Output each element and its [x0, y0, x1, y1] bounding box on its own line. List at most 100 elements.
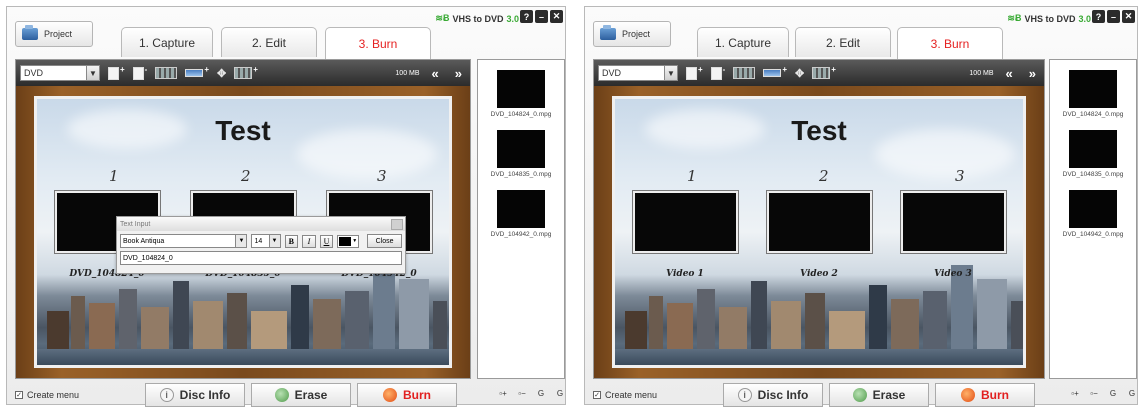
video-file-item[interactable]: DVD_104835_0.mpg: [478, 130, 564, 178]
chevron-down-icon: ▼: [235, 235, 247, 247]
tab-edit[interactable]: 2. Edit: [221, 27, 317, 57]
italic-button[interactable]: I: [302, 234, 316, 248]
close-button[interactable]: ✕: [1122, 10, 1135, 23]
ipod-icon[interactable]: G: [534, 389, 548, 401]
underline-button[interactable]: U: [319, 234, 334, 248]
chapter-thumbnail-3[interactable]: [900, 190, 1007, 254]
video-file-item[interactable]: DVD_104835_0.mpg: [1050, 130, 1136, 178]
bold-button[interactable]: B: [284, 234, 299, 248]
page-icon: [710, 66, 722, 80]
video-file-item[interactable]: DVD_104824_0.mpg: [1050, 70, 1136, 118]
water: [37, 349, 449, 365]
help-button[interactable]: ?: [1092, 10, 1105, 23]
project-button[interactable]: Project: [593, 21, 671, 47]
folder-icon: [22, 25, 38, 40]
add-menu-page-button[interactable]: +: [108, 65, 125, 80]
font-size-select[interactable]: 14 ▼: [251, 234, 281, 248]
folder-icon: [600, 25, 616, 40]
tab-burn[interactable]: 3. Burn: [325, 27, 431, 59]
app-window: Project 1. Capture 2. Edit 3. Burn ≋Ƀ VH…: [584, 6, 1139, 407]
add-page-icon[interactable]: ▫+: [1068, 389, 1082, 401]
previous-page-button[interactable]: «: [428, 66, 443, 81]
disc-type-value: DVD: [602, 68, 622, 78]
dialog-close-button[interactable]: Close: [367, 234, 403, 248]
help-button[interactable]: ?: [520, 10, 533, 23]
disc-type-select[interactable]: DVD ▼: [598, 65, 678, 81]
erase-button[interactable]: Erase: [829, 383, 929, 407]
export-icons: ▫+ ▫− G G: [496, 389, 567, 401]
previous-page-button[interactable]: «: [1002, 66, 1017, 81]
disc-info-label: Disc Info: [179, 388, 231, 402]
create-menu-checkbox[interactable]: ✓ Create menu: [593, 390, 723, 400]
caption-text-input[interactable]: DVD_104824_0: [120, 251, 402, 265]
disc-info-button[interactable]: i Disc Info: [723, 383, 823, 407]
remove-menu-page-button[interactable]: -: [710, 65, 725, 80]
add-text-button[interactable]: +: [234, 65, 258, 80]
move-button[interactable]: ✥: [795, 66, 804, 80]
erase-icon: [852, 388, 867, 402]
erase-button[interactable]: Erase: [251, 383, 351, 407]
chapter-caption-2[interactable]: Video 2: [759, 269, 879, 279]
add-menu-page-button[interactable]: +: [686, 65, 703, 80]
minimize-button[interactable]: –: [1107, 10, 1120, 23]
bottom-bar: ✓ Create menu i Disc Info Erase Burn ▫+ …: [15, 383, 567, 407]
font-select[interactable]: Book Antiqua ▼: [120, 234, 248, 248]
add-banner-button[interactable]: +: [763, 65, 787, 80]
move-arrows-icon: ✥: [217, 67, 227, 80]
dialog-close-icon[interactable]: [391, 218, 403, 230]
project-button[interactable]: Project: [15, 21, 93, 47]
brand-name: VHS to DVD: [1024, 13, 1076, 24]
background-button[interactable]: [155, 66, 178, 80]
create-menu-checkbox[interactable]: ✓ Create menu: [15, 390, 145, 400]
psp-icon[interactable]: G: [1125, 389, 1139, 401]
chapter-thumbnail-2[interactable]: [766, 190, 873, 254]
burn-button[interactable]: Burn: [935, 383, 1035, 407]
remove-menu-page-button[interactable]: -: [132, 65, 147, 80]
disc-size-label: 100 MB: [969, 69, 994, 77]
tab-burn[interactable]: 3. Burn: [897, 27, 1003, 59]
tab-capture[interactable]: 1. Capture: [697, 27, 789, 57]
psp-icon[interactable]: G: [553, 389, 567, 401]
next-page-button[interactable]: »: [451, 66, 466, 81]
video-file-item[interactable]: DVD_104942_0.mpg: [1050, 190, 1136, 238]
disc-info-label: Disc Info: [757, 388, 809, 402]
ipod-icon[interactable]: G: [1106, 389, 1120, 401]
remove-page-icon[interactable]: ▫−: [515, 389, 529, 401]
next-page-button[interactable]: »: [1025, 66, 1040, 81]
chapter-thumbnail-1[interactable]: [632, 190, 739, 254]
video-file-name: DVD_104824_0.mpg: [490, 111, 552, 118]
create-menu-label: Create menu: [605, 390, 658, 400]
checkbox-checked-icon: ✓: [593, 391, 601, 399]
add-text-button[interactable]: +: [812, 65, 836, 80]
text-color-select[interactable]: ▼: [337, 234, 360, 248]
dialog-titlebar: Text Input: [117, 217, 405, 231]
background-button[interactable]: [733, 66, 756, 80]
text-box-icon: [812, 67, 831, 79]
remove-page-icon[interactable]: ▫−: [1087, 389, 1101, 401]
menu-title[interactable]: Test: [37, 115, 449, 147]
app-window: Project 1. Capture 2. Edit 3. Burn ≋Ƀ VH…: [6, 6, 567, 407]
disc-type-select[interactable]: DVD ▼: [20, 65, 100, 81]
add-banner-button[interactable]: +: [185, 65, 209, 80]
move-button[interactable]: ✥: [217, 66, 226, 80]
chapter-caption-3[interactable]: Video 3: [893, 269, 1013, 279]
video-file-item[interactable]: DVD_104942_0.mpg: [478, 190, 564, 238]
info-icon: i: [159, 388, 174, 402]
dialog-title: Text Input: [120, 220, 151, 228]
brand-version: 3.0: [1078, 13, 1091, 24]
menu-toolbar: DVD ▼ + - + ✥ + 100 MB « »: [594, 60, 1044, 86]
disc-size-label: 100 MB: [395, 69, 420, 77]
video-file-item[interactable]: DVD_104824_0.mpg: [478, 70, 564, 118]
tab-capture[interactable]: 1. Capture: [121, 27, 213, 57]
chapter-number-2: 2: [241, 167, 251, 185]
tab-edit[interactable]: 2. Edit: [795, 27, 891, 57]
close-button[interactable]: ✕: [550, 10, 563, 23]
minimize-button[interactable]: –: [535, 10, 548, 23]
chapter-caption-1[interactable]: Video 1: [625, 269, 745, 279]
disc-info-button[interactable]: i Disc Info: [145, 383, 245, 407]
burn-button[interactable]: Burn: [357, 383, 457, 407]
menu-title[interactable]: Test: [615, 115, 1023, 147]
video-file-list: DVD_104824_0.mpg DVD_104835_0.mpg DVD_10…: [1049, 59, 1137, 379]
export-icons: ▫+ ▫− G G: [1068, 389, 1139, 401]
add-page-icon[interactable]: ▫+: [496, 389, 510, 401]
